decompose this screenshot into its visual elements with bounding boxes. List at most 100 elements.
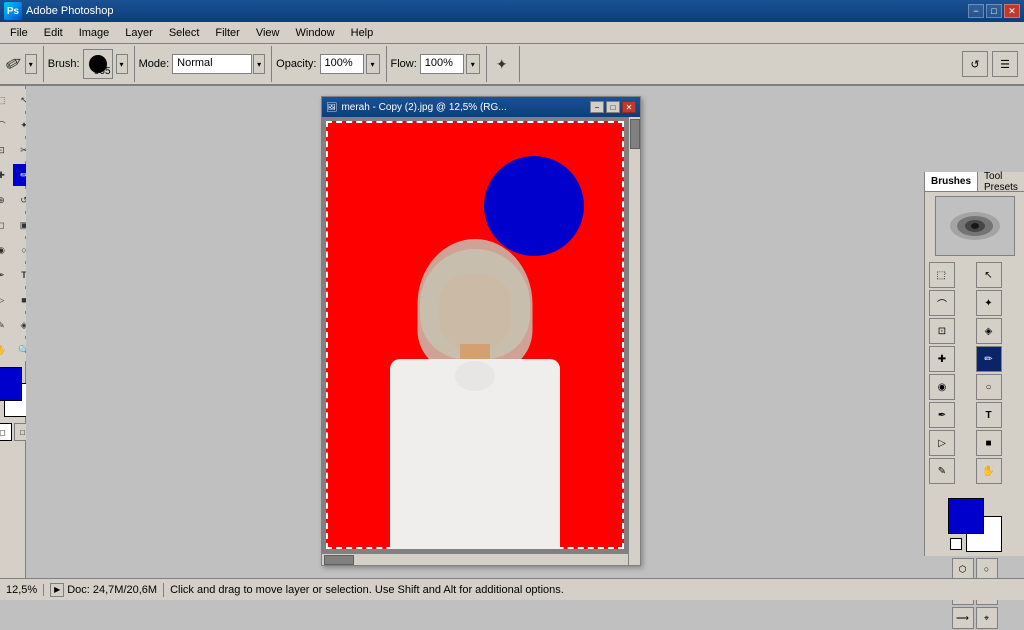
doc-canvas [322,117,640,565]
doc-controls[interactable]: − □ ✕ [588,101,636,113]
airbrush-icon[interactable]: ✦ [491,53,513,75]
tool-hand[interactable]: ✋ [0,339,12,361]
tab-brushes[interactable]: Brushes [925,172,978,191]
tool-heal[interactable]: ✚ [0,164,12,186]
brush-dropdown[interactable]: ▾ [25,54,37,74]
menu-help[interactable]: Help [343,25,382,41]
brush-preview[interactable]: 965 [83,49,113,79]
doc-minimize[interactable]: − [590,101,604,113]
panel-tool-wand2[interactable]: ✦ [976,290,1002,316]
panel-tool-crop2[interactable]: ⊡ [929,318,955,344]
doc-size: Doc: 24,7M/20,6M [67,584,157,596]
panel-tool-heal2[interactable]: ✚ [929,346,955,372]
canvas-area: 🖼 merah - Copy (2).jpg @ 12,5% (RG... − … [26,86,1024,578]
presets-icon[interactable]: ☰ [992,51,1018,77]
status-arrow[interactable]: ▶ [50,583,64,597]
right-mode-icons: ⬡ ○ [952,558,998,580]
tool-crop[interactable]: ⊡ [0,139,12,161]
opacity-value[interactable]: 100% [320,54,364,74]
photo-canvas[interactable] [326,121,624,549]
right-fg-color[interactable] [948,498,984,534]
menu-edit[interactable]: Edit [36,25,71,41]
flow-section: Flow: 100% ▾ [391,46,487,82]
doc-info-section: ▶ Doc: 24,7M/20,6M [50,583,164,597]
status-message: Click and drag to move layer or selectio… [170,584,564,596]
mode-value[interactable]: Normal [172,54,252,74]
app-title: Adobe Photoshop [26,5,113,17]
right-tool-btn1[interactable]: ⟶ [952,607,974,629]
panel-tool-brush2[interactable]: ✏ [976,346,1002,372]
tool-eraser[interactable]: ◻ [0,214,12,236]
foreground-color[interactable] [0,367,22,401]
tool-blur[interactable]: ◉ [0,239,12,261]
minimize-button[interactable]: − [968,4,984,18]
tool-pen[interactable]: ✒ [0,264,12,286]
status-bar: 12,5% ▶ Doc: 24,7M/20,6M Click and drag … [0,578,1024,600]
menu-image[interactable]: Image [71,25,118,41]
scroll-thumb-v[interactable] [630,119,640,149]
panel-tool-grid: ⬚· ↖ ⌒ ✦ ⊡ ◈ ✚ ✏ ◉ ○ ✒ T ▷ ■ [925,260,1024,486]
flow-arrow[interactable]: ▾ [466,54,480,74]
brush-preview-area [935,196,1015,256]
menu-select[interactable]: Select [161,25,208,41]
opacity-control: 100% ▾ [320,54,380,74]
panel-tool-move[interactable]: ↖ [976,262,1002,288]
menu-view[interactable]: View [248,25,288,41]
panel-tool-text2[interactable]: T [976,402,1002,428]
menu-file[interactable]: File [2,25,36,41]
brush-tool-section: ✏ ▾ [6,46,44,82]
right-color-boxes [948,498,1002,552]
right-reset-color[interactable] [950,538,962,550]
history-icon[interactable]: ↺ [962,51,988,77]
tool-path[interactable]: ▷ [0,289,12,311]
brush-preview-visual [945,206,1005,246]
scroll-thumb-h[interactable] [324,555,354,565]
brush-label: Brush: [48,58,80,70]
menu-layer[interactable]: Layer [117,25,161,41]
panel-tool-path2[interactable]: ▷ [929,430,955,456]
mode-select: Normal ▾ [172,54,265,74]
menu-bar: File Edit Image Layer Select Filter View… [0,22,1024,44]
panel-tool-pen2[interactable]: ✒ [929,402,955,428]
right-tool-btn2[interactable]: ⌖ [976,607,998,629]
panel-tool-dodge2[interactable]: ○ [976,374,1002,400]
tool-marquee[interactable]: ⬚ [0,89,12,111]
tab-tool-presets[interactable]: Tool Presets [978,172,1024,191]
brush-icon[interactable]: ✏ [2,51,27,77]
right-circle-rect-btn[interactable]: ⬡ [952,558,974,580]
tool-stamp[interactable]: ⊕ [0,189,12,211]
panel-tool-marquee-rect[interactable]: ⬚· [929,262,955,288]
title-bar-controls[interactable]: − □ ✕ [968,4,1020,18]
panel-tool-hand2[interactable]: ✋ [976,458,1002,484]
panel-tool-notes2[interactable]: ✎ [929,458,955,484]
doc-close[interactable]: ✕ [622,101,636,113]
toolbar: ✏ ▾ Brush: 965 ▾ Mode: Normal ▾ Opacity:… [0,44,1024,86]
panel-content: ⬚· ↖ ⌒ ✦ ⊡ ◈ ✚ ✏ ◉ ○ ✒ T ▷ ■ [925,192,1024,630]
flow-control: 100% ▾ [420,54,480,74]
tool-notes[interactable]: ✎ [0,314,12,336]
mode-dropdown[interactable]: ▾ [253,54,265,74]
brush-size-section: Brush: 965 ▾ [48,46,135,82]
panel-tool-eyedrop2[interactable]: ◈ [976,318,1002,344]
opacity-arrow[interactable]: ▾ [366,54,380,74]
menu-filter[interactable]: Filter [207,25,247,41]
right-circle-btn[interactable]: ○ [976,558,998,580]
close-button[interactable]: ✕ [1004,4,1020,18]
panel-tool-lasso2[interactable]: ⌒ [929,290,955,316]
maximize-button[interactable]: □ [986,4,1002,18]
quick-mask-btn[interactable]: ◻ [0,423,12,441]
doc-maximize[interactable]: □ [606,101,620,113]
tool-lasso[interactable]: ⌒ [0,114,12,136]
panel-tool-blur2[interactable]: ◉ [929,374,955,400]
right-color-section: ⬡ ○ □ ■ ⟶ ⌖ [925,494,1024,630]
scrollbar-right[interactable] [628,117,640,565]
mode-section: Mode: Normal ▾ [139,46,273,82]
flow-value[interactable]: 100% [420,54,464,74]
menu-window[interactable]: Window [288,25,343,41]
brush-size-dropdown[interactable]: ▾ [116,54,128,74]
right-panel: Brushes Tool Presets Comps [924,172,1024,556]
brush-preview-svg [945,206,1005,246]
main-area: ⬚ ↖ ⌒ ✦ ⊡ ✂ ✚ ✏ ⊕ ↺ ◻ ▣ ◉ ○ ✒ T [0,86,1024,578]
panel-tool-shape2[interactable]: ■ [976,430,1002,456]
scrollbar-bottom[interactable] [322,553,628,565]
